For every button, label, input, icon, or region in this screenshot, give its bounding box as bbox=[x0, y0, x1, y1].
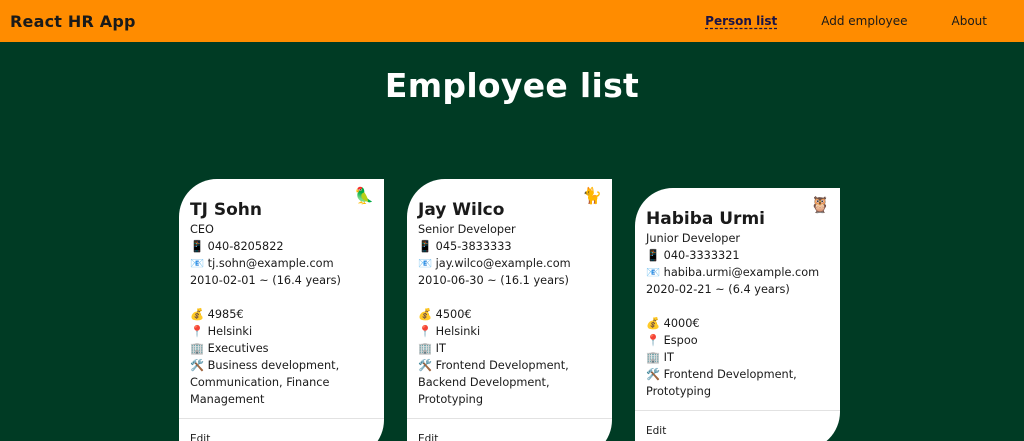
main-nav: Person list Add employee About bbox=[683, 0, 1014, 42]
employee-card-list: 🦜 TJ Sohn CEO 📱 040-8205822 📧 tj.sohn@ex… bbox=[0, 108, 1024, 441]
employee-role: Senior Developer bbox=[418, 223, 516, 236]
employee-email: 📧 tj.sohn@example.com bbox=[190, 257, 334, 270]
employee-skills: 🛠️ Frontend Development, Backend Develop… bbox=[418, 359, 569, 406]
employee-salary: 💰 4500€ bbox=[418, 308, 472, 321]
employee-email: 📧 jay.wilco@example.com bbox=[418, 257, 571, 270]
employee-card: 🐈 Jay Wilco Senior Developer 📱 045-38333… bbox=[407, 179, 612, 441]
employee-location: 📍 Helsinki bbox=[190, 325, 253, 338]
employee-skills: 🛠️ Frontend Development, Prototyping bbox=[646, 368, 797, 398]
nav-add-employee[interactable]: Add employee bbox=[799, 14, 929, 28]
owl-icon: 🦉 bbox=[810, 195, 830, 214]
card-body: 🦉 Habiba Urmi Junior Developer 📱 040-333… bbox=[635, 188, 840, 410]
employee-location: 📍 Helsinki bbox=[418, 325, 481, 338]
employee-tenure: 2010-06-30 ~ (16.1 years) bbox=[418, 274, 569, 287]
card-footer: Edit bbox=[407, 418, 612, 441]
employee-skills: 🛠️ Business development, Communication, … bbox=[190, 359, 340, 406]
edit-button[interactable]: Edit bbox=[190, 433, 210, 441]
card-body: 🐈 Jay Wilco Senior Developer 📱 045-38333… bbox=[407, 179, 612, 418]
card-body: 🦜 TJ Sohn CEO 📱 040-8205822 📧 tj.sohn@ex… bbox=[179, 179, 384, 418]
employee-salary: 💰 4985€ bbox=[190, 308, 244, 321]
employee-tenure: 2010-02-01 ~ (16.4 years) bbox=[190, 274, 341, 287]
employee-name: Habiba Urmi bbox=[646, 209, 765, 229]
cat-icon: 🐈 bbox=[582, 186, 602, 205]
employee-role: Junior Developer bbox=[646, 232, 741, 245]
card-footer: Edit bbox=[635, 410, 840, 441]
employee-email: 📧 habiba.urmi@example.com bbox=[646, 266, 820, 279]
employee-salary: 💰 4000€ bbox=[646, 317, 700, 330]
nav-about[interactable]: About bbox=[930, 14, 1014, 28]
employee-phone: 📱 040-3333321 bbox=[646, 249, 740, 262]
edit-button[interactable]: Edit bbox=[418, 433, 438, 441]
nav-person-list[interactable]: Person list bbox=[683, 14, 799, 28]
employee-name: Jay Wilco bbox=[418, 200, 505, 220]
edit-button[interactable]: Edit bbox=[646, 425, 666, 437]
employee-card: 🦜 TJ Sohn CEO 📱 040-8205822 📧 tj.sohn@ex… bbox=[179, 179, 384, 441]
employee-phone: 📱 040-8205822 bbox=[190, 240, 284, 253]
employee-department: 🏢 IT bbox=[418, 342, 446, 355]
card-footer: Edit bbox=[179, 418, 384, 441]
employee-name: TJ Sohn bbox=[190, 200, 262, 220]
employee-card: 🦉 Habiba Urmi Junior Developer 📱 040-333… bbox=[635, 188, 840, 441]
employee-role: CEO bbox=[190, 223, 214, 236]
employee-location: 📍 Espoo bbox=[646, 334, 698, 347]
employee-department: 🏢 Executives bbox=[190, 342, 269, 355]
parrot-icon: 🦜 bbox=[354, 186, 374, 205]
employee-tenure: 2020-02-21 ~ (6.4 years) bbox=[646, 283, 790, 296]
employee-phone: 📱 045-3833333 bbox=[418, 240, 512, 253]
page-title: Employee list bbox=[384, 66, 640, 105]
app-brand[interactable]: React HR App bbox=[10, 12, 136, 31]
employee-department: 🏢 IT bbox=[646, 351, 674, 364]
app-header: React HR App Person list Add employee Ab… bbox=[0, 0, 1024, 42]
